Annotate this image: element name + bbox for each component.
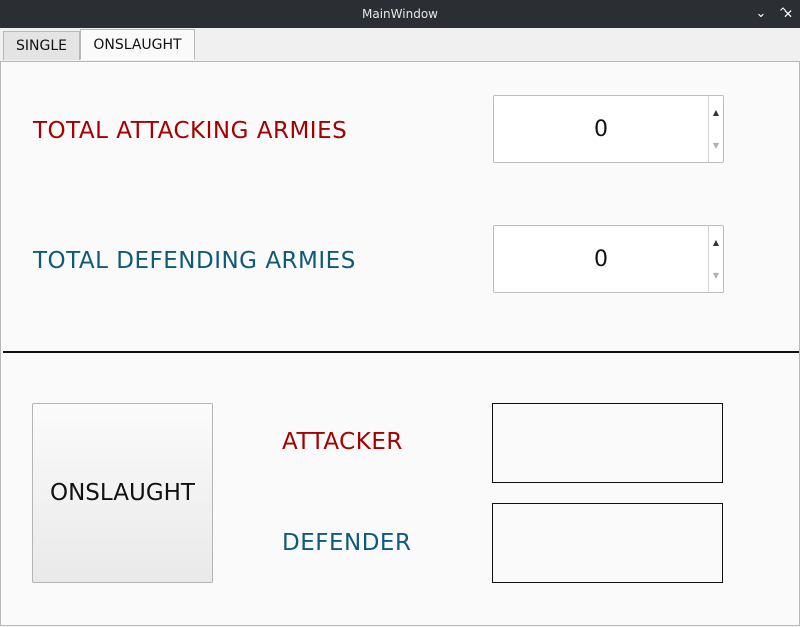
total-defending-armies-label: TOTAL DEFENDING ARMIES xyxy=(33,248,356,274)
title-bar: MainWindow ⌄ ⌃ ✕ xyxy=(0,0,800,28)
tab-single[interactable]: SINGLE xyxy=(3,31,80,60)
minimize-icon[interactable]: ⌄ xyxy=(750,0,772,28)
spin-up-icon[interactable]: ▲ xyxy=(709,226,723,259)
spin-buttons: ▲ ▼ xyxy=(708,226,723,292)
total-attacking-armies-value[interactable]: 0 xyxy=(494,96,708,162)
close-icon[interactable]: ✕ xyxy=(776,0,800,28)
attacker-label: ATTACKER xyxy=(282,429,403,455)
spin-buttons: ▲ ▼ xyxy=(708,96,723,162)
spin-down-icon[interactable]: ▼ xyxy=(709,129,723,162)
attacker-result-box xyxy=(492,403,723,483)
spin-down-icon[interactable]: ▼ xyxy=(709,259,723,292)
tab-bar: SINGLE ONSLAUGHT xyxy=(0,28,800,62)
tab-onslaught[interactable]: ONSLAUGHT xyxy=(80,29,195,60)
onslaught-button[interactable]: ONSLAUGHT xyxy=(32,403,213,583)
spin-up-icon[interactable]: ▲ xyxy=(709,96,723,129)
total-attacking-armies-spinbox[interactable]: 0 ▲ ▼ xyxy=(493,95,724,163)
section-divider xyxy=(3,351,799,353)
total-attacking-armies-label: TOTAL ATTACKING ARMIES xyxy=(33,118,348,144)
defender-label: DEFENDER xyxy=(282,530,412,556)
defender-result-box xyxy=(492,503,723,583)
total-defending-armies-value[interactable]: 0 xyxy=(494,226,708,292)
total-defending-armies-spinbox[interactable]: 0 ▲ ▼ xyxy=(493,225,724,293)
window-title: MainWindow xyxy=(362,7,438,21)
